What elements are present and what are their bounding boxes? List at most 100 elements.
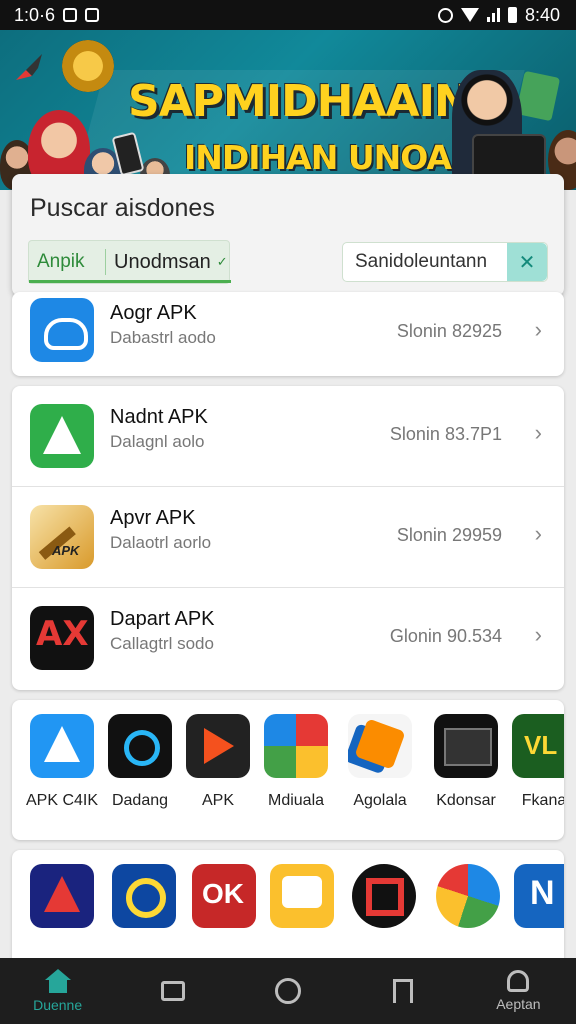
grid-app-item[interactable]: Mdiuala [256,714,336,810]
emblem-icon [62,40,114,92]
home-icon[interactable] [44,969,71,993]
app-title: Apvr APK [110,507,196,529]
app-version: Slonin 82925 [396,321,502,341]
chevron-right-icon[interactable]: › [535,317,542,343]
nav-center[interactable] [230,958,345,1024]
circle-icon[interactable] [275,978,301,1004]
nav-account[interactable]: Aeptan [461,958,576,1024]
app-title: Dapart APK [110,608,215,630]
app-store-red-icon[interactable] [30,864,94,928]
box-icon[interactable] [348,714,412,778]
grid-app-item[interactable] [428,864,508,928]
terminal-icon[interactable] [434,714,498,778]
app-list-card: Nadnt APK Dalagnl aolo Slonin 83.7P1 › A… [12,386,564,690]
grid-app-label: Agolala [353,792,407,809]
app-list-card: Aogr APK Dabastrl aodo Slonin 82925 › [12,292,564,376]
grid-app-label: APK C4IK [25,792,99,809]
card-illustration [515,70,561,122]
grid-app-label: Mdiuala [267,792,325,809]
search-box[interactable]: ✕ [342,242,548,282]
promo-banner[interactable]: SAPMIDHAAIN INDIHAN UNOAIIN [0,30,576,190]
filter-right-label[interactable]: Unodmsan [106,251,211,274]
play-icon[interactable] [186,714,250,778]
app-grid-card: APK C4IK Dadang APK Mdiuala Agolala Kdon… [12,700,564,840]
rocket-icon [16,54,42,80]
app-subtitle: Dabastrl aodo [110,328,216,347]
chevron-right-icon[interactable]: › [535,622,542,648]
bookmark-icon[interactable] [393,979,414,1003]
grid-app-label: Kdonsar [436,792,496,809]
grid-app-item[interactable] [22,864,102,928]
nav-bookmarks[interactable] [346,958,461,1024]
chevron-right-icon[interactable]: › [535,420,542,446]
filter-underline [29,280,231,283]
filter-left-label[interactable]: Anpik [29,251,105,273]
list-item[interactable]: Aogr APK Dabastrl aodo Slonin 82925 › [12,292,564,376]
square-target-icon[interactable] [352,864,416,928]
ax-icon[interactable] [30,606,94,670]
grid-app-label: Dadang [111,792,169,809]
chevron-down-icon[interactable]: ✓ [217,254,228,270]
grid-app-item[interactable] [344,864,424,928]
filter-dropdown[interactable]: Anpik Unodmsan ✓ [28,240,231,284]
app-subtitle: Callagtrl sodo [110,634,214,653]
signal-icon [486,8,500,22]
vl-icon[interactable] [512,714,564,778]
grid-app-item[interactable] [262,864,342,928]
status-bar: 1:0·6 8:40 [0,0,576,30]
grid-app-item[interactable]: Kdonsar [426,714,506,810]
cloud-icon[interactable] [30,298,94,362]
nav-home[interactable]: Duenne [0,958,115,1024]
chrome-icon[interactable] [436,864,500,928]
app-grid-card [12,850,564,970]
app-title: Nadnt APK [110,406,208,428]
status-left: 1:0·6 [14,4,100,26]
ok-icon[interactable] [192,864,256,928]
grid-app-item[interactable]: APK C4IK [22,714,102,810]
clear-button[interactable]: ✕ [507,243,547,281]
battery-icon [507,7,517,23]
app-version: Slonin 29959 [396,525,502,545]
search-title: Puscar aisdones [30,194,215,222]
n-icon[interactable] [514,864,564,928]
clock: 8:40 [524,4,560,25]
app-store-icon[interactable] [30,714,94,778]
grid-app-item[interactable]: Fkana [504,714,564,810]
app-subtitle: Dalagnl aolo [110,432,205,451]
list-item[interactable]: Dapart APK Callagtrl sodo Glonin 90.534 … [12,588,564,689]
grid-app-item[interactable] [104,864,184,928]
apk-gold-icon[interactable] [30,505,94,569]
notification-icon [63,8,78,22]
list-item[interactable]: Nadnt APK Dalagnl aolo Slonin 83.7P1 › [12,386,564,487]
status-left-text: 1:0·6 [14,4,56,25]
grid-app-item[interactable]: Dadang [100,714,180,810]
list-item[interactable]: Apvr APK Dalaotrl aorlo Slonin 29959 › [12,487,564,588]
nav-label[interactable]: Duenne [33,997,82,1013]
banner-title: SAPMIDHAAIN [128,76,471,127]
person-icon[interactable] [507,970,530,992]
chat-bubble-icon[interactable] [270,864,334,928]
grid-app-label: APK [201,792,234,809]
nav-messages[interactable] [115,958,230,1024]
app-version: Slonin 83.7P1 [389,424,502,444]
grid-app-item[interactable]: Agolala [340,714,420,810]
app-subtitle: Dalaotrl aorlo [110,533,212,552]
ring-icon[interactable] [108,714,172,778]
app-version: Glonin 90.534 [389,626,502,646]
app-store-icon[interactable] [30,404,94,468]
close-icon[interactable]: ✕ [519,250,536,275]
nav-label[interactable]: Aeptan [496,996,540,1012]
search-input[interactable] [343,243,507,281]
app-title: Aogr APK [110,302,197,324]
coin-icon[interactable] [112,864,176,928]
bottom-nav: Duenne Aeptan [0,958,576,1024]
alarm-icon [437,7,453,23]
grid-app-item[interactable] [184,864,264,928]
maps-icon[interactable] [264,714,328,778]
image-icon [85,8,100,22]
wifi-icon [460,8,479,22]
chevron-right-icon[interactable]: › [535,521,542,547]
chat-icon[interactable] [160,981,185,1001]
grid-app-item[interactable]: APK [178,714,258,810]
grid-app-item[interactable] [506,864,564,928]
